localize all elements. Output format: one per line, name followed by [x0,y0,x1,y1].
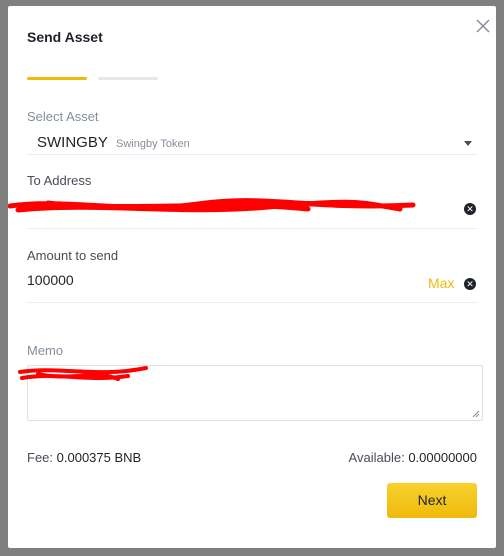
asset-symbol: SWINGBY [37,134,108,151]
amount-value: 100000 [27,272,74,288]
asset-name: Swingby Token [116,138,190,150]
amount-label: Amount to send [27,248,119,263]
clear-address-icon[interactable]: ✕ [464,203,476,215]
step-indicator-1-active [27,77,87,80]
available-info: Available: 0.00000000 [349,450,477,465]
fee-info: Fee: 0.000375 BNB [27,450,141,465]
available-label: Available: [348,450,405,465]
fee-value: 0.000375 BNB [56,450,142,465]
clear-amount-icon[interactable]: ✕ [464,278,476,290]
max-button[interactable]: Max [428,275,454,291]
asset-dropdown[interactable]: SWINGBY Swingby Token [27,130,477,155]
available-value: 0.00000000 [408,450,477,465]
memo-label: Memo [27,343,64,358]
amount-input[interactable] [27,268,477,303]
next-button[interactable]: Next [387,483,477,518]
chevron-down-icon [464,141,472,146]
redacted-memo-scribble [18,366,148,381]
step-indicator-2 [98,77,158,80]
fee-label: Fee: [27,450,54,465]
send-asset-dialog: Send Asset Select Asset SWINGBY Swingby … [8,6,496,548]
dialog-title: Send Asset [27,29,103,45]
redacted-address-scribble [8,198,416,213]
resize-handle-icon[interactable] [472,410,480,418]
to-address-label: To Address [27,173,92,188]
select-asset-label: Select Asset [27,109,99,124]
close-icon[interactable] [474,17,492,35]
